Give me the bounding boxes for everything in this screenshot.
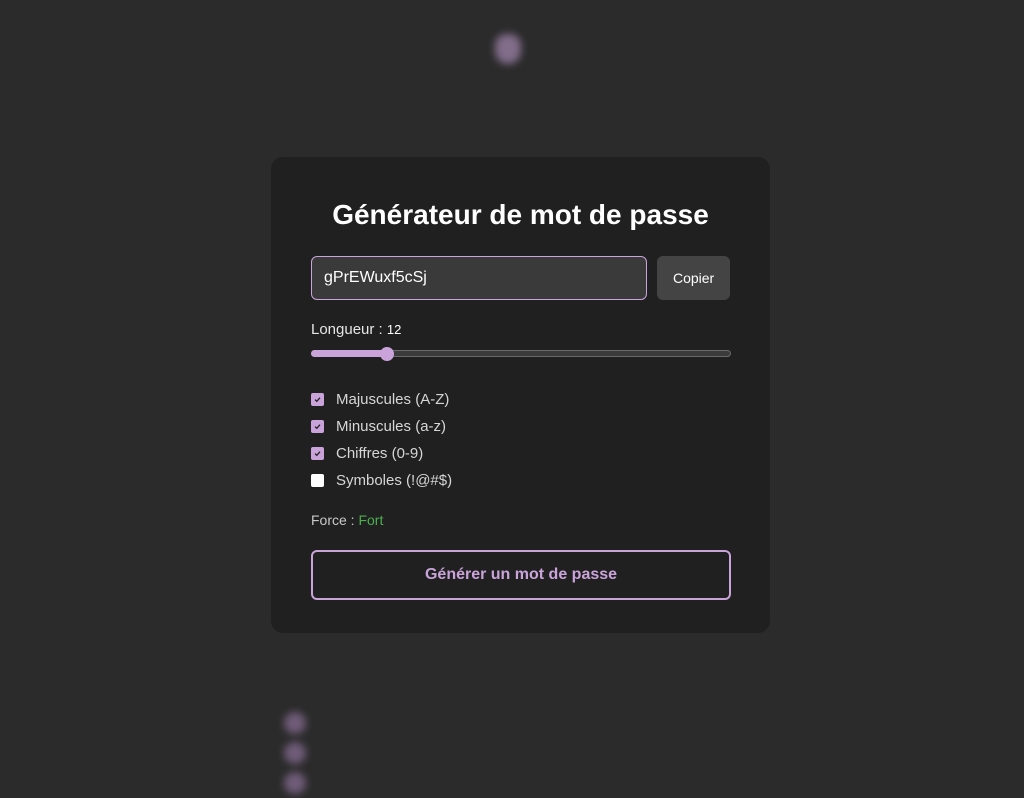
generate-button[interactable]: Générer un mot de passe xyxy=(311,550,731,600)
password-generator-card: Générateur de mot de passe Copier Longue… xyxy=(271,157,770,633)
strength-indicator: Force : Fort xyxy=(311,510,730,530)
option-symbols[interactable]: Symboles (!@#$) xyxy=(311,467,730,494)
option-label: Majuscules (A-Z) xyxy=(336,391,450,408)
tip-icon xyxy=(284,772,306,794)
uppercase-checkbox[interactable] xyxy=(311,393,324,406)
option-label: Chiffres (0-9) xyxy=(336,445,424,462)
option-uppercase[interactable]: Majuscules (A-Z) xyxy=(311,386,730,413)
slider-fill xyxy=(311,350,387,357)
tips-title xyxy=(284,668,744,694)
copy-button[interactable]: Copier xyxy=(657,256,730,300)
tip-item xyxy=(284,708,744,738)
background-tips xyxy=(284,668,744,798)
tagline xyxy=(0,79,1024,95)
length-value: 12 xyxy=(386,322,402,337)
option-label: Symboles (!@#$) xyxy=(336,472,453,489)
password-row: Copier xyxy=(311,256,730,300)
background-header xyxy=(0,34,1024,95)
tip-icon xyxy=(284,712,306,734)
card-title: Générateur de mot de passe xyxy=(332,199,709,230)
tip-icon xyxy=(284,742,306,764)
digits-checkbox[interactable] xyxy=(311,447,324,460)
checkmark-icon xyxy=(314,397,321,403)
strength-value: Fort xyxy=(358,512,384,528)
password-output[interactable] xyxy=(311,256,648,300)
shield-icon xyxy=(495,34,521,64)
length-label-text: Longueur : xyxy=(311,321,387,338)
tip-item xyxy=(284,738,744,768)
slider-thumb[interactable] xyxy=(379,347,394,361)
option-digits[interactable]: Chiffres (0-9) xyxy=(311,440,730,467)
option-label: Minuscules (a-z) xyxy=(336,418,447,435)
strength-label: Force : xyxy=(311,512,359,528)
logo xyxy=(495,34,529,64)
symbols-checkbox[interactable] xyxy=(311,474,324,487)
length-label: Longueur : 12 xyxy=(311,320,730,340)
checkmark-icon xyxy=(314,424,321,430)
tip-item xyxy=(284,768,744,798)
checkmark-icon xyxy=(314,451,321,457)
character-options: Majuscules (A-Z) Minuscules (a-z) Chiffr… xyxy=(311,386,730,494)
length-slider[interactable] xyxy=(311,346,731,362)
lowercase-checkbox[interactable] xyxy=(311,420,324,433)
option-lowercase[interactable]: Minuscules (a-z) xyxy=(311,413,730,440)
